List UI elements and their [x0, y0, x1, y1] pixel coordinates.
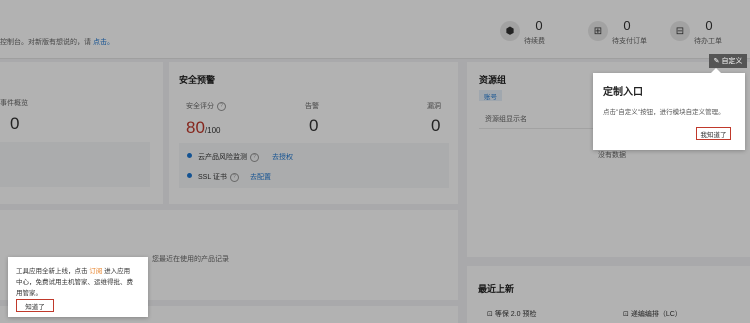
empty-text: 没有数据 — [598, 152, 626, 159]
customize-button[interactable]: ✎ 自定义 — [709, 54, 747, 68]
welcome-banner: 控制台。对新版有想说的，请 点击。 — [0, 37, 114, 47]
latest-launches-title: 最近上新 — [478, 284, 515, 294]
dismiss-button[interactable]: 知道了 — [16, 299, 54, 312]
popover-arrow — [711, 68, 721, 73]
security-score-label: 安全评分? — [186, 101, 226, 111]
lock-icon: ⊡ — [623, 311, 629, 318]
cart-icon: ⊞ — [588, 21, 608, 41]
tools-notification: 工具应用全新上线，点击 订阅 进入应用 中心，免费试用主机管家、运维得批、费 用… — [8, 257, 148, 317]
help-icon[interactable]: ? — [217, 101, 226, 111]
recent-products-text: 您最近在使用的产品记录 — [152, 256, 229, 263]
score-value: 80 — [186, 118, 205, 137]
toast-line-3: 用管家。 — [16, 290, 42, 297]
bullet-icon — [187, 173, 192, 178]
event-overview-card: 事件概览 0 — [0, 62, 163, 204]
popover-description: 点击"自定义"按钮，进行模块自定义管理。 — [603, 109, 725, 116]
event-overview-value: 0 — [10, 114, 20, 133]
resource-group-title: 资源组 — [479, 75, 507, 85]
help-icon[interactable]: ? — [229, 172, 239, 182]
security-item-label: 云产品风险监测? — [198, 152, 259, 162]
authorize-link[interactable]: 去授权 — [272, 152, 293, 162]
vuln-value[interactable]: 0 — [431, 116, 440, 136]
stat-label: 待续费 — [524, 38, 545, 45]
inbox-icon: ⊟ — [670, 21, 690, 41]
account-tag[interactable]: 账号 — [479, 90, 502, 101]
alarm-value[interactable]: 0 — [309, 116, 318, 136]
latest-item[interactable]: ⊡ 递编编排（LC） — [623, 309, 682, 319]
welcome-text: 控制台。对新版有想说的，请 — [0, 39, 91, 46]
top-header: 控制台。对新版有想说的，请 点击。 ⬢ 0 待续费 ⊞ 0 待支付订单 ⊟ 0 待… — [0, 0, 750, 59]
stat-value: 0 — [535, 18, 543, 33]
security-item-label: SSL 证书? — [198, 172, 239, 182]
toast-line-1: 工具应用全新上线，点击 订阅 进入应用 — [16, 268, 131, 275]
event-overview-panel — [0, 142, 150, 187]
feedback-link[interactable]: 点击。 — [93, 39, 114, 46]
stat-value: 0 — [705, 18, 713, 33]
help-icon[interactable]: ? — [250, 152, 259, 162]
security-alert-title: 安全预警 — [179, 75, 216, 85]
box-icon: ⬢ — [500, 21, 520, 41]
bullet-icon — [187, 153, 192, 158]
resource-column-header: 资源组显示名 — [485, 116, 527, 123]
lock-icon: ⊡ — [487, 311, 493, 318]
customize-label: 自定义 — [721, 58, 743, 65]
latest-launches-card: 最近上新 ⊡ 等保 2.0 预检 ⊡ 递编编排（LC） — [467, 266, 750, 323]
score-max: /100 — [204, 126, 221, 135]
customize-guide-popover: 定制入口 点击"自定义"按钮，进行模块自定义管理。 我知道了 — [593, 68, 745, 150]
stat-value: 0 — [623, 18, 631, 33]
stat-label: 待办工单 — [694, 38, 722, 45]
event-overview-title: 事件概览 — [0, 100, 28, 107]
edit-icon: ✎ — [713, 58, 720, 65]
subscribe-link[interactable]: 订阅 — [89, 268, 102, 275]
configure-link[interactable]: 去配置 — [250, 172, 271, 182]
got-it-button[interactable]: 我知道了 — [696, 127, 731, 140]
stat-label: 待支付订单 — [612, 38, 647, 45]
alarm-label: 告警 — [305, 103, 319, 110]
vuln-label: 漏洞 — [427, 103, 441, 110]
toast-line-2: 中心，免费试用主机管家、运维得批、费 — [16, 279, 133, 286]
latest-item[interactable]: ⊡ 等保 2.0 预检 — [487, 309, 536, 319]
security-score: 80/100 — [186, 118, 221, 138]
popover-title: 定制入口 — [603, 87, 643, 98]
